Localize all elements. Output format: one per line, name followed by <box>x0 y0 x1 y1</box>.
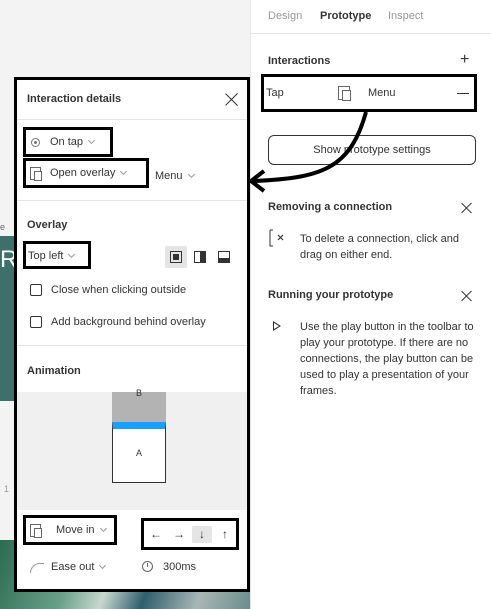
target-icon <box>31 138 40 147</box>
destination-value: Menu <box>155 170 183 182</box>
duration-value[interactable]: 300ms <box>163 561 196 573</box>
chevron-down-icon <box>68 250 76 259</box>
action-value: Open overlay <box>50 167 116 179</box>
canvas-frame[interactable]: R <box>0 236 17 401</box>
divider <box>17 200 247 201</box>
tab-design[interactable]: Design <box>268 10 302 22</box>
trigger-dropdown[interactable]: On tap <box>23 127 113 157</box>
overlay-position-dropdown[interactable]: Top left <box>23 241 91 269</box>
overlay-icon <box>30 167 42 181</box>
canvas-label: 1 <box>4 484 10 494</box>
chevron-down-icon <box>99 524 107 533</box>
preview-frame-b: B <box>112 389 166 422</box>
easing-dropdown[interactable]: Ease out <box>51 561 107 573</box>
connection-icon <box>269 229 284 247</box>
preview-frame-a-label: A <box>135 448 142 458</box>
overlay-position-value: Top left <box>28 250 64 262</box>
arrow-left-icon[interactable]: ← <box>146 526 166 543</box>
animation-type-label: Move in <box>56 524 107 536</box>
minus-icon[interactable] <box>457 93 469 95</box>
plus-icon[interactable]: + <box>460 52 469 68</box>
animation-type-value: Move in <box>56 524 95 536</box>
removing-connection-text: To delete a connection, click and drag o… <box>300 233 459 261</box>
direction-buttons: ← → ↓ ↑ <box>141 518 239 550</box>
modal-title: Interaction details <box>27 93 122 105</box>
interactions-title: Interactions <box>268 55 331 67</box>
trigger-dropdown-label: On tap <box>50 136 96 148</box>
destination-dropdown[interactable]: Menu <box>155 170 195 182</box>
fill-icon <box>173 254 179 260</box>
frame-icon <box>338 86 351 101</box>
animation-preview: B A <box>17 389 247 510</box>
close-outside-checkbox[interactable] <box>30 284 42 296</box>
overlay-align-center-button[interactable] <box>165 246 187 268</box>
canvas-label: e <box>0 222 6 232</box>
panel-tabs: Design Prototype Inspect <box>251 0 491 34</box>
running-prototype-text: Use the play button in the toolbar to pl… <box>300 321 474 397</box>
timer-icon <box>142 561 153 572</box>
interaction-trigger: Tap <box>266 87 284 99</box>
preview-frame-a: A <box>112 422 166 483</box>
running-prototype-title: Running your prototype <box>268 289 394 301</box>
chevron-down-icon <box>187 170 195 179</box>
tab-prototype[interactable]: Prototype <box>320 10 371 22</box>
interaction-destination: Menu <box>368 87 396 99</box>
close-icon[interactable] <box>461 290 473 302</box>
interaction-row[interactable]: Tap Menu <box>261 74 477 112</box>
arrow-up-icon[interactable]: ↑ <box>215 526 235 543</box>
chevron-down-icon <box>87 136 96 145</box>
chevron-down-icon <box>99 561 107 570</box>
ease-curve-icon <box>30 563 44 573</box>
add-background-checkbox[interactable] <box>30 316 42 328</box>
arrow-right-icon[interactable]: → <box>169 526 189 543</box>
easing-value: Ease out <box>51 561 95 573</box>
overlay-section-title: Overlay <box>27 219 68 231</box>
interaction-details-modal: Interaction details On tap Open overlay … <box>14 77 250 592</box>
chevron-down-icon <box>120 167 128 176</box>
fill-icon <box>200 251 206 263</box>
preview-frame-b-label: B <box>135 388 142 398</box>
animation-type-dropdown[interactable]: Move in <box>23 515 117 545</box>
action-dropdown-label: Open overlay <box>50 167 128 179</box>
add-background-label: Add background behind overlay <box>51 316 206 328</box>
overlay-align-right-button[interactable] <box>189 246 211 268</box>
fill-icon <box>218 258 230 263</box>
close-icon[interactable] <box>225 93 239 107</box>
animation-section-title: Animation <box>27 365 81 377</box>
close-icon[interactable] <box>461 202 473 214</box>
play-icon <box>273 321 281 331</box>
overlay-align-bottom-button[interactable] <box>213 246 235 268</box>
removing-connection-title: Removing a connection <box>268 201 393 213</box>
overlay-position-label: Top left <box>28 250 76 262</box>
modal-header: Interaction details <box>17 80 247 120</box>
arrow-down-icon[interactable]: ↓ <box>192 526 212 543</box>
close-outside-label: Close when clicking outside <box>51 284 187 296</box>
move-in-icon <box>30 524 42 538</box>
show-prototype-settings-button[interactable]: Show prototype settings <box>268 135 476 165</box>
tab-inspect[interactable]: Inspect <box>388 10 423 22</box>
action-dropdown[interactable]: Open overlay <box>23 158 149 188</box>
trigger-value: On tap <box>50 136 84 148</box>
divider <box>17 345 247 346</box>
